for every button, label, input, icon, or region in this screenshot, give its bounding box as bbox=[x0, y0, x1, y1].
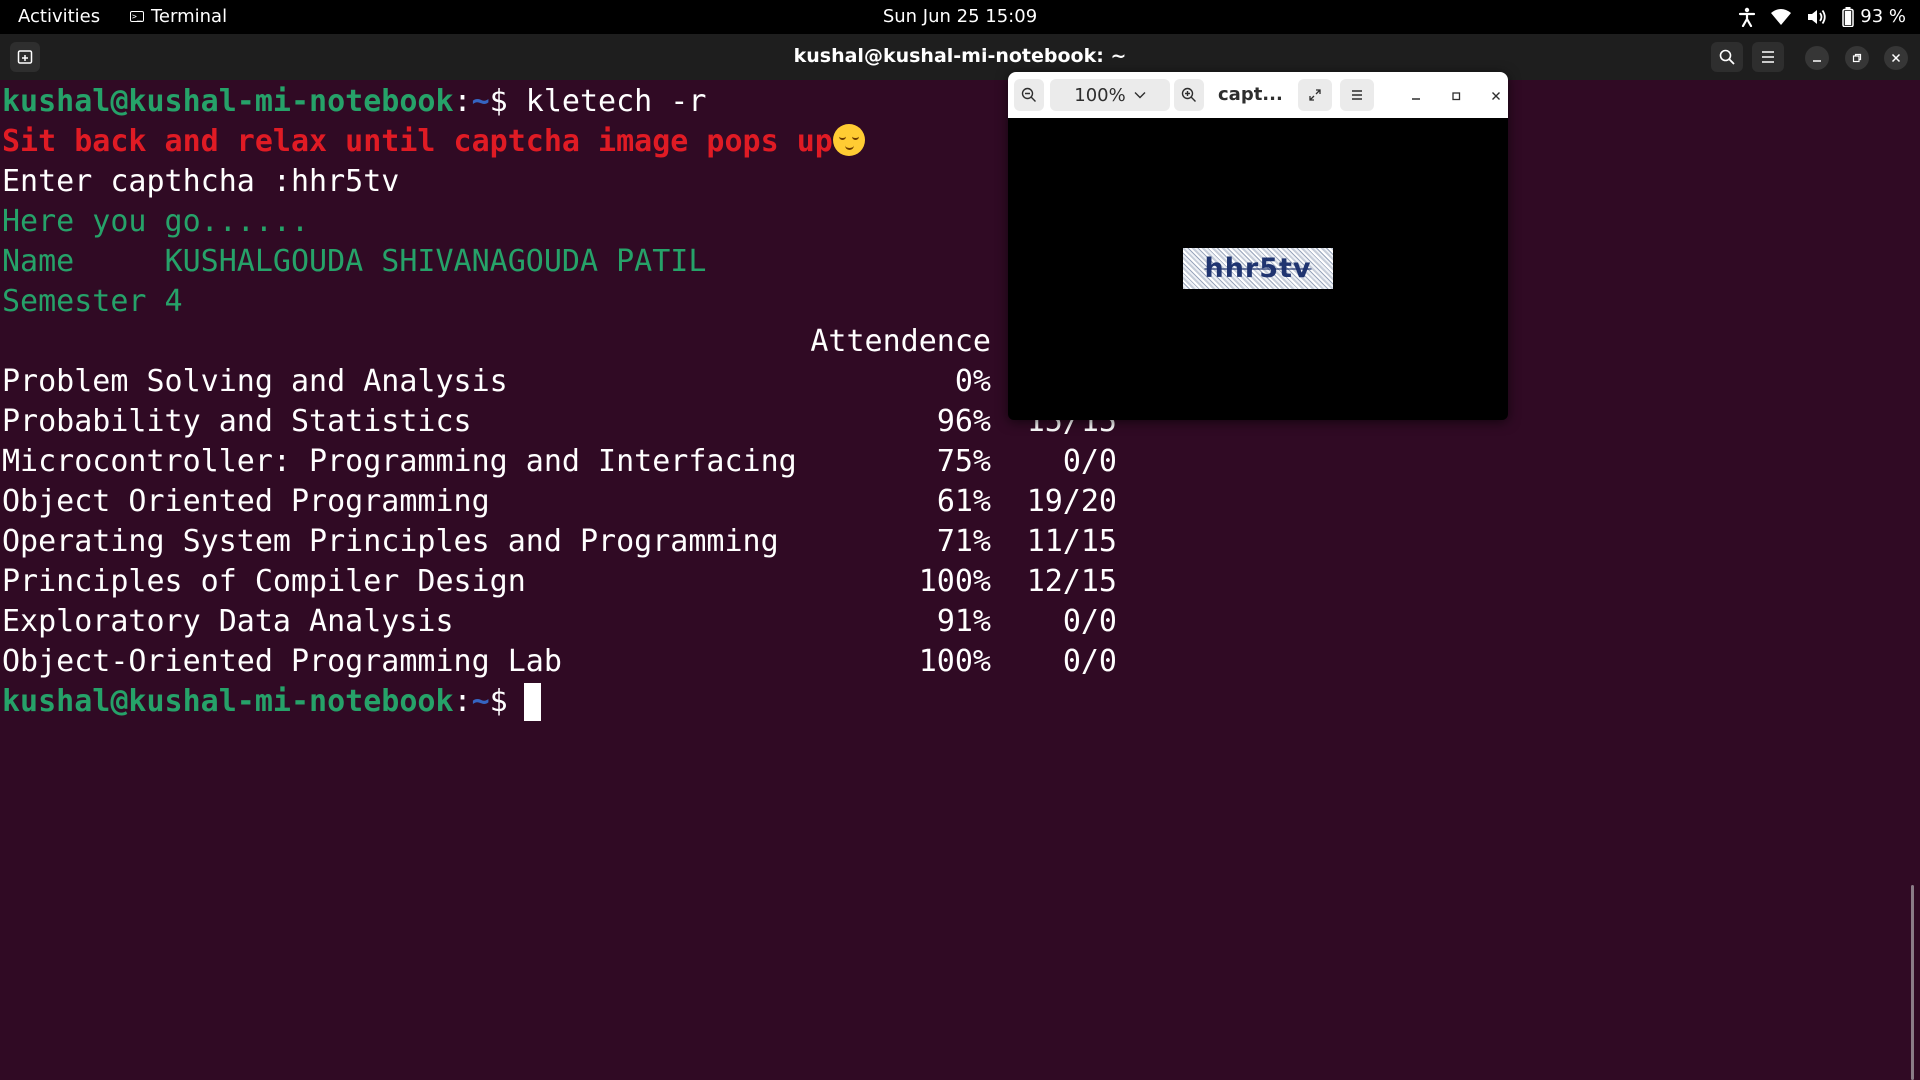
minimize-button[interactable] bbox=[1805, 46, 1829, 70]
relax-message-line: Sit back and relax until captcha image p… bbox=[2, 122, 865, 162]
search-icon bbox=[1719, 49, 1735, 65]
command-text: kletech -r bbox=[525, 84, 707, 119]
subject-cell: Operating System Principles and Programm… bbox=[2, 524, 779, 559]
minimize-icon bbox=[1412, 98, 1420, 100]
image-title: capt... bbox=[1218, 84, 1283, 105]
attendance-cell: 91% bbox=[936, 604, 991, 639]
command-line: kushal@kushal-mi-notebook:~$ kletech -r bbox=[2, 82, 706, 122]
chevron-down-icon bbox=[1134, 92, 1146, 99]
menu-button[interactable] bbox=[1752, 42, 1784, 72]
terminal-scrollbar[interactable] bbox=[1911, 885, 1914, 1080]
prompt-user: kushal@kushal-mi-notebook bbox=[2, 84, 454, 119]
maximize-icon bbox=[1452, 92, 1461, 101]
prompt-separator: : bbox=[453, 684, 472, 719]
restore-button[interactable] bbox=[1845, 46, 1869, 70]
attendance-header: Attendence bbox=[810, 324, 991, 359]
attendance-cell: 75% bbox=[936, 444, 991, 479]
image-viewer-window[interactable]: 100% capt... hhr5tv bbox=[1008, 72, 1508, 420]
captcha-text: hhr5tv bbox=[1204, 253, 1312, 284]
attendance-cell: 100% bbox=[918, 564, 991, 599]
attendance-cell: 100% bbox=[918, 644, 991, 679]
search-button[interactable] bbox=[1711, 42, 1743, 72]
window-title: kushal@kushal-mi-notebook: ~ bbox=[793, 45, 1127, 67]
top-bar: Activities >_ Terminal Sun Jun 25 15:09 … bbox=[0, 0, 1920, 34]
minimize-icon bbox=[1813, 60, 1821, 62]
attendance-cell: 96% bbox=[936, 404, 991, 439]
battery-icon bbox=[1842, 6, 1855, 27]
subject-cell: Object Oriented Programming bbox=[2, 484, 490, 519]
count-cell: 12/15 bbox=[1026, 564, 1117, 599]
viewer-minimize-button[interactable] bbox=[1404, 84, 1428, 108]
relax-message: Sit back and relax until captcha image p… bbox=[2, 124, 833, 159]
subject-cell: Microcontroller: Programming and Interfa… bbox=[2, 444, 797, 479]
battery-indicator[interactable]: 93 % bbox=[1842, 6, 1906, 27]
close-icon bbox=[1891, 53, 1901, 63]
fullscreen-button[interactable] bbox=[1298, 79, 1332, 111]
clock[interactable]: Sun Jun 25 15:09 bbox=[0, 6, 1920, 27]
prompt-path: ~ bbox=[471, 84, 490, 119]
zoom-level: 100% bbox=[1074, 84, 1126, 106]
accessibility-icon[interactable] bbox=[1738, 7, 1756, 27]
hamburger-icon bbox=[1352, 90, 1362, 100]
zoom-level-dropdown[interactable]: 100% bbox=[1050, 79, 1170, 111]
viewer-close-button[interactable] bbox=[1484, 84, 1508, 108]
close-icon bbox=[1492, 92, 1500, 100]
terminal-header-bar: kushal@kushal-mi-notebook: ~ bbox=[0, 34, 1920, 80]
prompt-separator: : bbox=[453, 84, 472, 119]
name-value: KUSHALGOUDA SHIVANAGOUDA PATIL bbox=[164, 244, 707, 279]
zoom-in-icon bbox=[1181, 87, 1196, 102]
fullscreen-icon bbox=[1309, 89, 1321, 101]
viewer-maximize-button[interactable] bbox=[1444, 84, 1468, 108]
name-line: Name KUSHALGOUDA SHIVANAGOUDA PATIL bbox=[2, 242, 706, 282]
zoom-out-icon bbox=[1021, 87, 1036, 102]
semester-line: Semester 4 bbox=[2, 284, 183, 319]
attendance-cell: 71% bbox=[936, 524, 991, 559]
battery-percent: 93 % bbox=[1860, 6, 1906, 27]
system-tray[interactable]: 93 % bbox=[1738, 6, 1906, 27]
count-cell: 0/0 bbox=[1062, 604, 1117, 639]
prompt-symbol: $ bbox=[489, 684, 526, 719]
wifi-icon[interactable] bbox=[1770, 8, 1792, 26]
terminal-output[interactable]: kushal@kushal-mi-notebook:~$ kletech -r … bbox=[0, 80, 1920, 1080]
close-button[interactable] bbox=[1884, 46, 1908, 70]
volume-icon[interactable] bbox=[1806, 8, 1828, 26]
count-cell: 0/0 bbox=[1062, 644, 1117, 679]
count-cell: 11/15 bbox=[1026, 524, 1117, 559]
terminal-cursor bbox=[524, 683, 541, 721]
captcha-input: hhr5tv bbox=[290, 164, 400, 199]
viewer-menu-button[interactable] bbox=[1340, 79, 1374, 111]
name-label: Name bbox=[2, 244, 165, 279]
restore-icon bbox=[1852, 53, 1862, 63]
subject-cell: Object-Oriented Programming Lab bbox=[2, 644, 562, 679]
hamburger-icon bbox=[1762, 51, 1774, 63]
zoom-in-button[interactable] bbox=[1174, 79, 1204, 111]
count-cell: 0/0 bbox=[1062, 444, 1117, 479]
image-viewer-header: 100% capt... bbox=[1008, 72, 1508, 118]
attendance-cell: 0% bbox=[954, 364, 991, 399]
count-cell: 19/20 bbox=[1026, 484, 1117, 519]
subject-cell: Problem Solving and Analysis bbox=[2, 364, 508, 399]
captcha-line: Enter capthcha :hhr5tv bbox=[2, 162, 399, 202]
captcha-image: hhr5tv bbox=[1183, 248, 1333, 289]
prompt-line[interactable]: kushal@kushal-mi-notebook:~$ bbox=[2, 682, 526, 722]
prompt-symbol: $ bbox=[489, 84, 526, 119]
here-message: Here you go...... bbox=[2, 204, 310, 239]
relieved-face-emoji-icon bbox=[832, 124, 865, 156]
zoom-out-button[interactable] bbox=[1014, 79, 1044, 111]
attendance-cell: 61% bbox=[936, 484, 991, 519]
subject-cell: Exploratory Data Analysis bbox=[2, 604, 454, 639]
subject-cell: Probability and Statistics bbox=[2, 404, 472, 439]
subject-cell: Principles of Compiler Design bbox=[2, 564, 526, 599]
captcha-prompt: Enter capthcha : bbox=[2, 164, 291, 199]
prompt-path: ~ bbox=[471, 684, 490, 719]
prompt-user: kushal@kushal-mi-notebook bbox=[2, 684, 454, 719]
